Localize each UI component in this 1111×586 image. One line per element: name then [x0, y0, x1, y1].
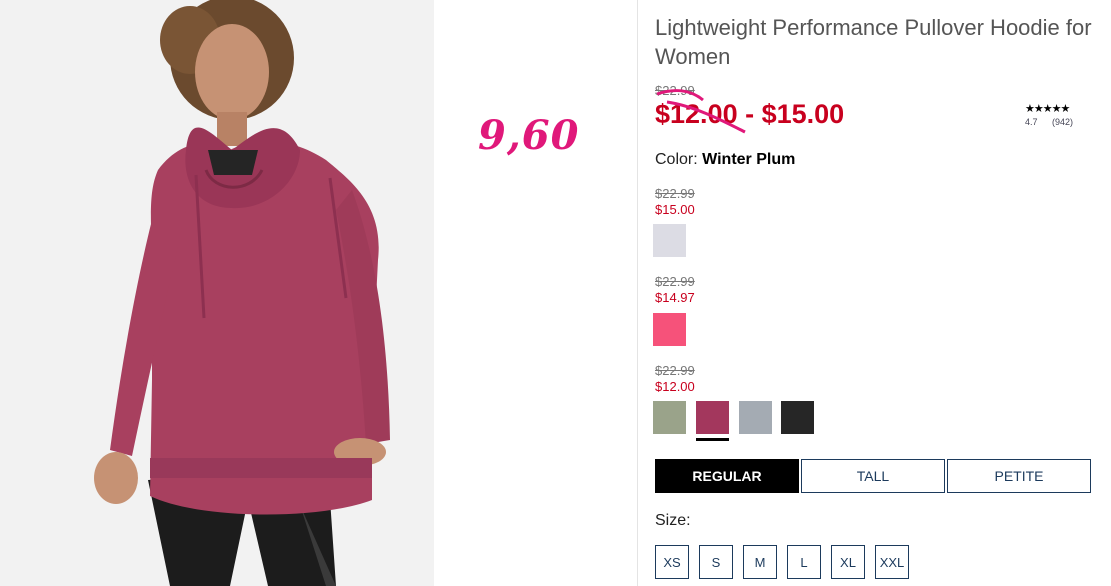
size-button-m[interactable]: M: [743, 545, 777, 579]
handwritten-price-annotation: 9,60: [478, 112, 580, 159]
color-swatch-heather-gray[interactable]: [739, 401, 772, 434]
tab-regular[interactable]: REGULAR: [655, 459, 799, 493]
group-sale-price: $12.00: [655, 379, 695, 394]
size-button-s[interactable]: S: [699, 545, 733, 579]
color-value: Winter Plum: [702, 151, 796, 168]
color-swatch-pink[interactable]: [653, 313, 686, 346]
color-swatch-sage[interactable]: [653, 401, 686, 434]
price-group: $22.99 $15.00: [655, 186, 855, 218]
product-details: Lightweight Performance Pullover Hoodie …: [653, 0, 1095, 586]
size-label: Size:: [655, 512, 691, 529]
size-options: XS S M L XL XXL: [655, 545, 919, 579]
color-swatch-black[interactable]: [781, 401, 814, 434]
size-button-xxl[interactable]: XXL: [875, 545, 909, 579]
tab-petite[interactable]: PETITE: [947, 459, 1091, 493]
group-original-price: $22.99: [655, 274, 695, 289]
original-price: $22.99: [655, 83, 695, 98]
rating-stars-icon: ★★★★★: [1025, 103, 1070, 115]
group-original-price: $22.99: [655, 186, 695, 201]
tab-tall[interactable]: TALL: [801, 459, 945, 493]
rating-score: 4.7: [1025, 117, 1038, 127]
price-group: $22.99 $12.00: [655, 363, 855, 395]
group-sale-price: $14.97: [655, 290, 695, 305]
selected-color: Color: Winter Plum: [655, 151, 795, 169]
color-label: Color:: [655, 151, 698, 168]
column-divider: [637, 0, 638, 586]
product-rating[interactable]: ★★★★★ 4.7 (942): [1025, 102, 1095, 127]
model-photo-illustration: [0, 0, 434, 586]
selected-swatch-indicator: [696, 438, 729, 441]
size-button-xs[interactable]: XS: [655, 545, 689, 579]
size-button-l[interactable]: L: [787, 545, 821, 579]
size-button-xl[interactable]: XL: [831, 545, 865, 579]
color-swatch-white[interactable]: [653, 224, 686, 257]
group-original-price: $22.99: [655, 363, 695, 378]
price-group: $22.99 $14.97: [655, 274, 855, 306]
fit-tabs: REGULAR TALL PETITE: [655, 459, 1091, 493]
review-count[interactable]: (942): [1052, 117, 1073, 127]
sale-price-range: $12.00 - $15.00: [655, 99, 845, 129]
product-image[interactable]: [0, 0, 434, 586]
product-title: Lightweight Performance Pullover Hoodie …: [655, 15, 1092, 69]
color-swatch-winter-plum[interactable]: [696, 401, 729, 434]
group-sale-price: $15.00: [655, 202, 695, 217]
